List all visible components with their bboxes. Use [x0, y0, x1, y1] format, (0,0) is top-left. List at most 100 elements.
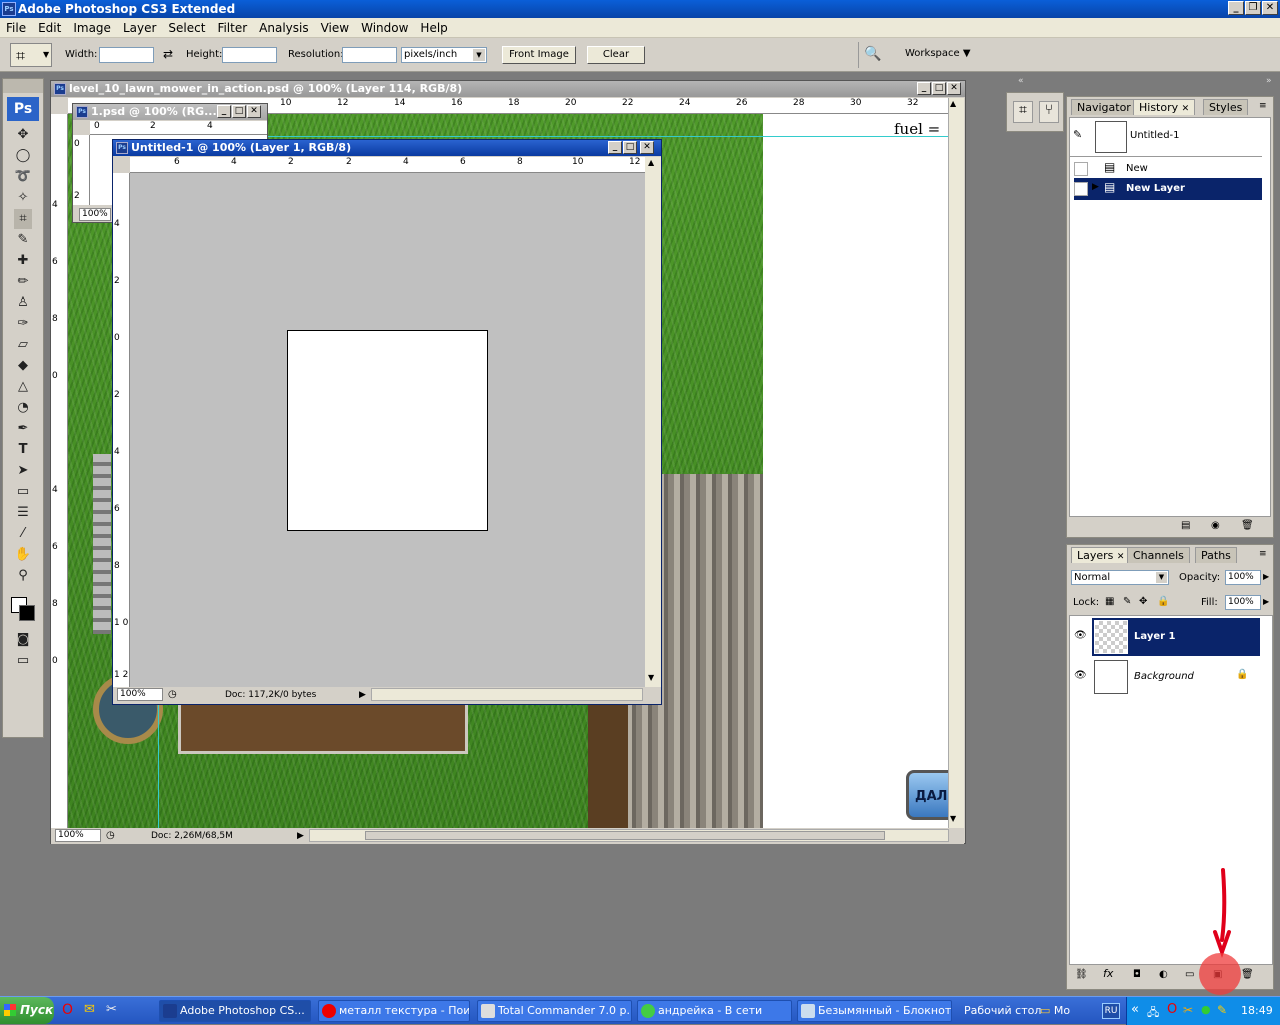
close-button[interactable]: ✕ — [947, 82, 961, 95]
tab-layers[interactable]: Layers ✕ — [1071, 547, 1131, 563]
history-item[interactable]: ▤ New — [1074, 158, 1262, 180]
shape-tool-icon[interactable]: ▭ — [14, 482, 32, 502]
lock-all-icon[interactable]: 🔒 — [1157, 596, 1169, 607]
document-title-bar[interactable]: Ps Untitled-1 @ 100% (Layer 1, RGB/8) _ … — [113, 140, 661, 156]
fx-icon[interactable]: fx — [1103, 967, 1113, 980]
trash-icon[interactable]: 🗑 — [1241, 520, 1254, 531]
zoom-field[interactable]: 100% — [55, 829, 101, 842]
camera-icon[interactable]: ◉ — [1211, 520, 1220, 531]
history-item-selected[interactable]: ▶ ▤ New Layer — [1074, 178, 1262, 200]
marquee-tool-icon[interactable]: ◯ — [14, 146, 32, 166]
layer-mask-icon[interactable]: ◘ — [1133, 969, 1141, 980]
menu-analysis[interactable]: Analysis — [253, 18, 314, 38]
move-tool-icon[interactable]: ✥ — [14, 125, 32, 145]
slider-arrow-icon[interactable]: ▶ — [1263, 597, 1269, 606]
scroll-thumb[interactable] — [365, 831, 885, 840]
opera-tray-icon[interactable]: O — [1167, 1002, 1177, 1017]
security-tray-icon[interactable]: ✎ — [1217, 1003, 1227, 1017]
panel-menu-icon[interactable]: ≡ — [1259, 101, 1267, 111]
tool-preset-icon[interactable]: ⌗ — [1013, 101, 1033, 123]
adjustment-layer-icon[interactable]: ◐ — [1159, 969, 1168, 980]
lock-transparency-icon[interactable]: ▦ — [1105, 596, 1114, 607]
layer-row-selected[interactable]: 👁 Layer 1 — [1070, 618, 1260, 656]
document-window-active[interactable]: Ps Untitled-1 @ 100% (Layer 1, RGB/8) _ … — [112, 139, 662, 705]
taskbar-item-icq[interactable]: андрейка - В сети — [637, 1000, 792, 1022]
desktop-toolbar-label[interactable]: Рабочий стол — [964, 1004, 1041, 1017]
type-tool-icon[interactable]: T — [14, 440, 32, 460]
eraser-tool-icon[interactable]: ▱ — [14, 335, 32, 355]
taskbar-item-opera[interactable]: металл текстура - Пои... — [318, 1000, 470, 1022]
paint-bucket-icon[interactable]: ◆ — [14, 356, 32, 376]
close-button[interactable]: ✕ — [247, 105, 261, 118]
background-color[interactable] — [19, 605, 35, 621]
history-checkbox[interactable] — [1074, 182, 1088, 196]
brush-tool-icon[interactable]: ✏ — [14, 272, 32, 292]
status-tray-icon[interactable]: ● — [1201, 1003, 1211, 1016]
eyedropper-icon[interactable]: ⁄ — [14, 524, 32, 544]
blend-mode-select[interactable]: Normal ▼ — [1071, 570, 1169, 585]
menu-edit[interactable]: Edit — [32, 18, 67, 38]
scroll-down-icon[interactable]: ▼ — [950, 814, 956, 823]
dodge-tool-icon[interactable]: ◔ — [14, 398, 32, 418]
hand-tool-icon[interactable]: ✋ — [14, 545, 32, 565]
document-title-bar[interactable]: Ps 1.psd @ 100% (RG... _ □ ✕ — [73, 104, 267, 120]
mail-quicklaunch-icon[interactable]: ✉ — [84, 1002, 95, 1017]
maximize-button[interactable]: □ — [623, 141, 637, 154]
tool-quicklaunch-icon[interactable]: ✂ — [106, 1002, 117, 1017]
color-swatches[interactable] — [3, 587, 43, 629]
restore-button[interactable]: ❐ — [1245, 1, 1261, 15]
vertical-scrollbar[interactable]: ▲ ▼ — [948, 98, 964, 828]
maximize-button[interactable]: □ — [232, 105, 246, 118]
workspace-button[interactable]: Workspace ▼ — [905, 48, 971, 59]
slider-arrow-icon[interactable]: ▶ — [1263, 572, 1269, 581]
toolbox-grip[interactable] — [3, 79, 43, 93]
status-menu-icon[interactable]: ◷ — [106, 828, 115, 844]
tab-channels[interactable]: Channels — [1127, 547, 1190, 563]
folder-toolbar-label[interactable]: ▭ Мо — [1040, 1004, 1070, 1017]
notes-tool-icon[interactable]: ☰ — [14, 503, 32, 523]
layer-thumbnail[interactable] — [1094, 620, 1128, 654]
lock-paint-icon[interactable]: ✎ — [1123, 596, 1131, 607]
horizontal-scrollbar[interactable] — [309, 829, 949, 842]
history-brush-icon[interactable]: ✑ — [14, 314, 32, 334]
document-canvas[interactable] — [287, 330, 488, 531]
menu-window[interactable]: Window — [355, 18, 414, 38]
play-arrow-icon[interactable]: ▶ — [297, 828, 304, 844]
maximize-button[interactable]: □ — [932, 82, 946, 95]
tool-tray-icon[interactable]: ✂ — [1183, 1003, 1193, 1017]
snapshot-thumbnail[interactable] — [1095, 121, 1127, 153]
bridge-icon[interactable]: 🔍 — [864, 46, 881, 62]
close-button[interactable]: ✕ — [1262, 1, 1278, 15]
close-icon[interactable]: ✕ — [1117, 552, 1125, 562]
width-input[interactable] — [99, 47, 154, 63]
close-button[interactable]: ✕ — [640, 141, 654, 154]
opacity-input[interactable]: 100% — [1225, 570, 1261, 585]
collapse-arrows-icon[interactable]: « — [1018, 76, 1024, 86]
eye-visibility-icon[interactable]: 👁 — [1074, 630, 1087, 641]
lock-position-icon[interactable]: ✥ — [1139, 596, 1147, 607]
quick-mask-icon[interactable]: ◙ — [14, 630, 32, 650]
tab-paths[interactable]: Paths — [1195, 547, 1237, 563]
lasso-tool-icon[interactable]: ➰ — [14, 167, 32, 187]
snapshot-label[interactable]: Untitled-1 — [1130, 130, 1180, 141]
height-input[interactable] — [222, 47, 277, 63]
document-title-bar[interactable]: Ps level_10_lawn_mower_in_action.psd @ 1… — [51, 81, 965, 97]
resolution-input[interactable] — [342, 47, 397, 63]
tab-navigator[interactable]: Navigator — [1071, 99, 1137, 115]
menu-file[interactable]: File — [0, 18, 32, 38]
layer-name[interactable]: Layer 1 — [1134, 631, 1175, 642]
horizontal-scrollbar[interactable] — [371, 688, 643, 701]
path-selection-icon[interactable]: ➤ — [14, 461, 32, 481]
zoom-field[interactable]: 100% — [79, 208, 111, 221]
minimize-button[interactable]: _ — [1228, 1, 1244, 15]
magic-wand-icon[interactable]: ✧ — [14, 188, 32, 208]
pen-tool-icon[interactable]: ✒ — [14, 419, 32, 439]
zoom-tool-icon[interactable]: ⚲ — [14, 566, 32, 586]
link-layers-icon[interactable]: ⛓ — [1075, 969, 1088, 980]
language-indicator[interactable]: RU — [1102, 1003, 1120, 1019]
crop-tool-icon[interactable]: ⌗ — [14, 209, 32, 229]
tray-expand-icon[interactable]: « — [1131, 1002, 1139, 1017]
vertical-scrollbar[interactable]: ▲ ▼ — [645, 157, 661, 687]
brush-source-icon[interactable]: ✎ — [1073, 128, 1082, 141]
collapse-arrows-icon[interactable]: » — [1266, 76, 1272, 86]
